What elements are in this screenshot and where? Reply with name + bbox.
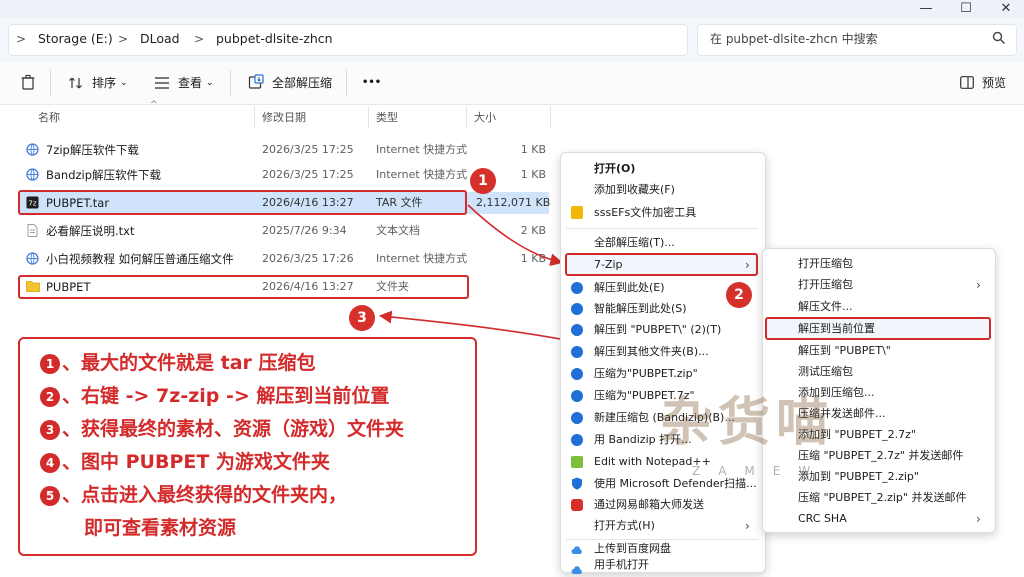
menu-divider xyxy=(566,539,758,540)
submenu-item-extract-here[interactable]: 解压到当前位置 xyxy=(798,321,875,337)
step-number: 4 xyxy=(40,452,60,473)
baidu-cloud-icon xyxy=(571,544,583,554)
chevron-right-icon: › xyxy=(976,278,981,292)
submenu-item-extract-files[interactable]: 解压文件... xyxy=(798,299,853,315)
menu-item-extract-other[interactable]: 解压到其他文件夹(B)... xyxy=(594,344,709,360)
menu-item-open-on-phone[interactable]: 用手机打开 xyxy=(594,559,649,571)
chevron-right-icon: › xyxy=(745,519,750,533)
menu-divider xyxy=(566,228,758,229)
step-badge-1: 1 xyxy=(470,168,496,194)
netease-mail-icon xyxy=(571,499,583,511)
watermark-logo: 杂货喵 xyxy=(660,393,835,453)
menu-item-extract-here[interactable]: 解压到此处(E) xyxy=(594,280,665,296)
step-number: 3 xyxy=(40,419,60,440)
submenu-item-crc-sha[interactable]: CRC SHA xyxy=(798,511,847,527)
step-text: 、获得最终的素材、资源（游戏）文件夹 xyxy=(62,418,405,440)
submenu-item-open-archive-sub[interactable]: 打开压缩包 xyxy=(798,277,853,293)
step-badge-3: 3 xyxy=(349,305,375,331)
menu-item-7zip[interactable]: 7-Zip xyxy=(594,257,623,273)
step-number: 1 xyxy=(40,353,60,374)
menu-item-open[interactable]: 打开(O) xyxy=(594,161,635,177)
instruction-step-3: 3 、获得最终的素材、资源（游戏）文件夹 xyxy=(40,416,404,442)
chevron-right-icon: › xyxy=(976,512,981,526)
submenu-item-extract-to-folder[interactable]: 解压到 "PUBPET\" xyxy=(798,343,891,359)
bandizip-icon xyxy=(571,303,583,315)
menu-item-baidu-upload[interactable]: 上传到百度网盘 xyxy=(594,541,671,557)
baidu-cloud-icon xyxy=(571,563,583,574)
instruction-step-4: 4 、图中 PUBPET 为游戏文件夹 xyxy=(40,449,330,475)
menu-item-open-with[interactable]: 打开方式(H) xyxy=(594,518,655,534)
step-text: 、点击进入最终获得的文件夹内， xyxy=(62,484,348,506)
menu-item-encrypt[interactable]: sssEFs文件加密工具 xyxy=(594,205,696,221)
menu-item-netease-mail[interactable]: 通过网易邮箱大师发送 xyxy=(594,497,704,513)
menu-item-smart-extract[interactable]: 智能解压到此处(S) xyxy=(594,301,687,317)
encrypt-tool-icon xyxy=(571,206,583,219)
watermark-subtext: ZAMEW xyxy=(692,464,829,478)
chevron-right-icon: › xyxy=(745,258,750,272)
menu-item-extract-to-folder[interactable]: 解压到 "PUBPET\" (2)(T) xyxy=(594,322,721,338)
bandizip-icon xyxy=(571,324,583,336)
step-badge-2: 2 xyxy=(726,282,752,308)
bandizip-icon xyxy=(571,282,583,294)
bandizip-icon xyxy=(571,412,583,424)
submenu-item-compress-zip-email[interactable]: 压缩 "PUBPET_2.zip" 并发送邮件 xyxy=(798,490,966,506)
menu-item-add-favorites[interactable]: 添加到收藏夹(F) xyxy=(594,182,675,198)
bandizip-icon xyxy=(571,434,583,446)
menu-item-defender[interactable]: 使用 Microsoft Defender扫描... xyxy=(594,476,757,492)
menu-item-extract-all[interactable]: 全部解压缩(T)... xyxy=(594,235,675,251)
submenu-item-test-archive[interactable]: 测试压缩包 xyxy=(798,364,853,380)
step-text: 、图中 PUBPET 为游戏文件夹 xyxy=(62,451,330,473)
step-text: 、最大的文件就是 tar 压缩包 xyxy=(62,352,316,374)
instruction-step-1: 1 、最大的文件就是 tar 压缩包 xyxy=(40,350,316,376)
step-number: 5 xyxy=(40,485,60,506)
instruction-step-5: 5 、点击进入最终获得的文件夹内， xyxy=(40,482,347,508)
defender-icon xyxy=(571,477,583,490)
step-text: 、右键 -> 7z-zip -> 解压到当前位置 xyxy=(62,385,390,407)
instruction-step-5-continued: 即可查看素材资源 xyxy=(84,517,237,539)
bandizip-icon xyxy=(571,368,583,380)
instruction-step-2: 2 、右键 -> 7z-zip -> 解压到当前位置 xyxy=(40,383,389,409)
bandizip-icon xyxy=(571,346,583,358)
notepad-icon xyxy=(571,456,583,468)
bandizip-icon xyxy=(571,390,583,402)
submenu-item-open-archive[interactable]: 打开压缩包 xyxy=(798,256,853,272)
step-number: 2 xyxy=(40,386,60,407)
